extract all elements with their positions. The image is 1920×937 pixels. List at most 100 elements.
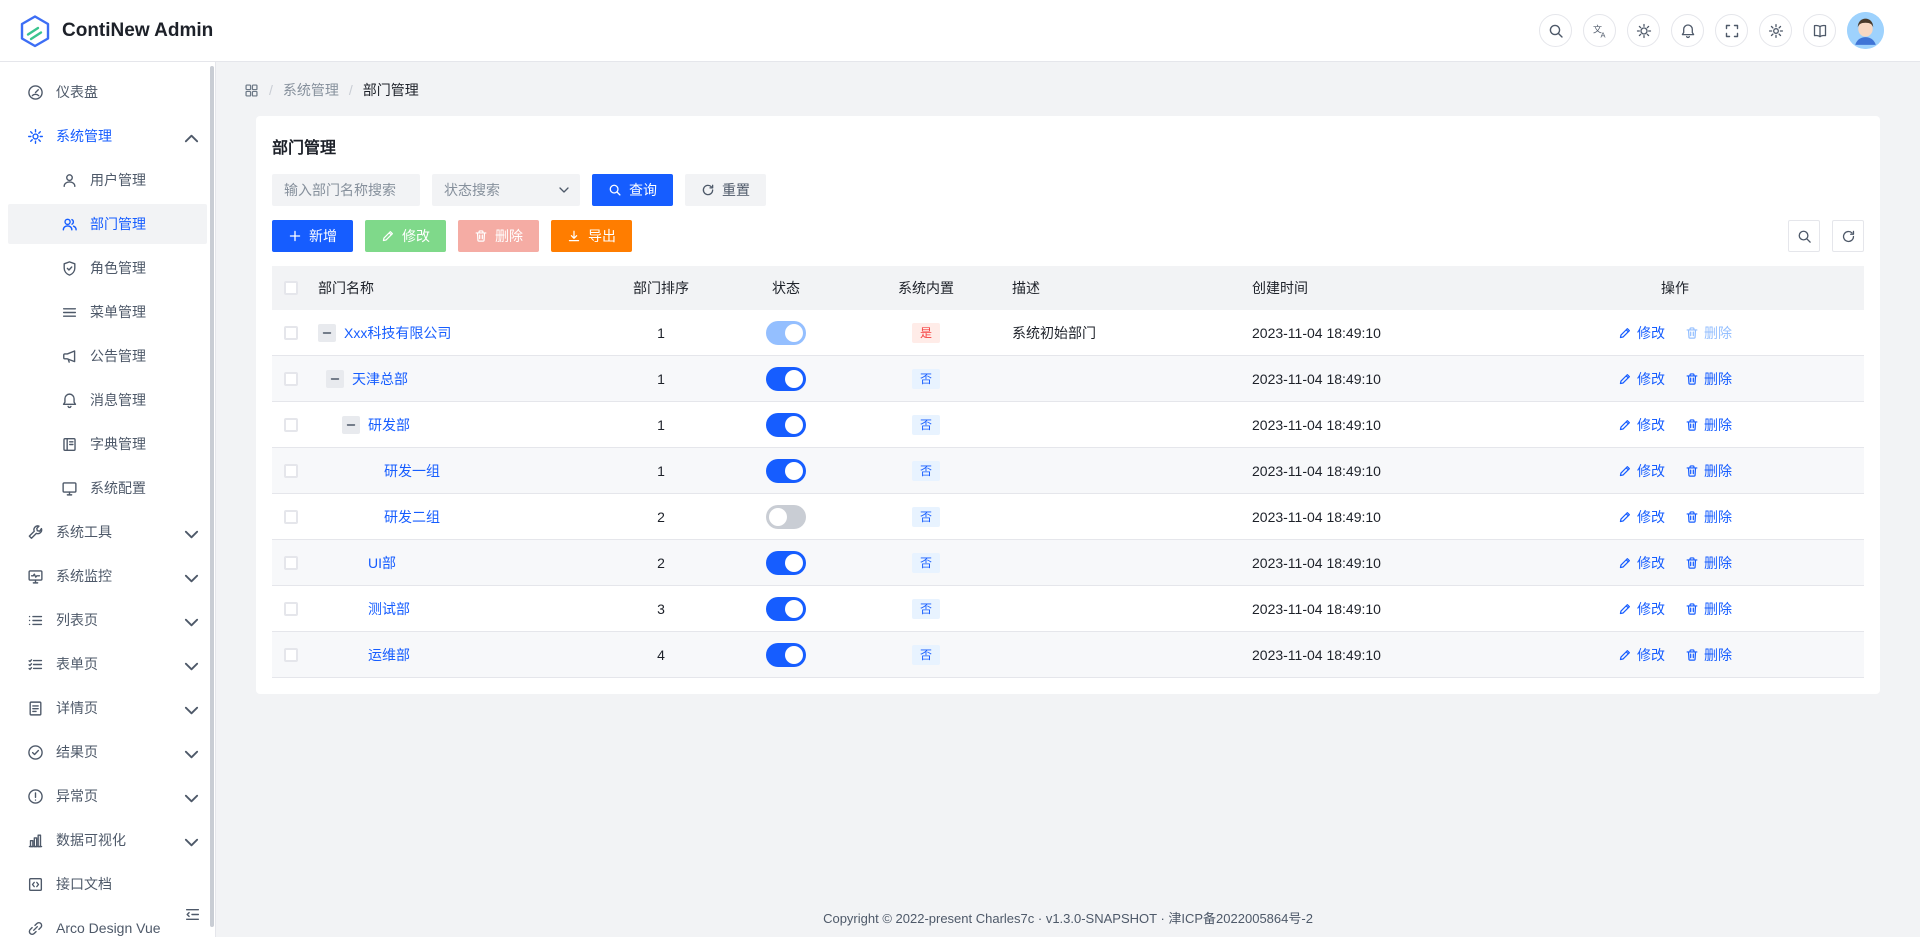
- status-toggle[interactable]: [766, 413, 806, 437]
- trash-icon: [1685, 602, 1699, 616]
- collapse-sidebar-icon[interactable]: [181, 903, 203, 925]
- user-avatar[interactable]: [1847, 12, 1884, 49]
- delete-link[interactable]: 删除: [1685, 645, 1732, 665]
- row-checkbox[interactable]: [284, 510, 298, 524]
- dept-name-link[interactable]: 运维部: [368, 645, 410, 665]
- sidebar-item-form-pages[interactable]: 表单页: [8, 644, 207, 684]
- department-name-input[interactable]: [272, 174, 420, 206]
- column-header-name: 部门名称: [310, 266, 606, 310]
- fullscreen-icon: [1724, 23, 1740, 39]
- edit-link[interactable]: 修改: [1618, 645, 1665, 665]
- status-toggle[interactable]: [766, 367, 806, 391]
- sidebar-item-role-management[interactable]: 角色管理: [8, 248, 207, 288]
- edit-link[interactable]: 修改: [1618, 369, 1665, 389]
- apps-icon[interactable]: [244, 83, 259, 98]
- collapse-row-icon[interactable]: [326, 370, 344, 388]
- row-checkbox[interactable]: [284, 326, 298, 340]
- delete-link[interactable]: 删除: [1685, 599, 1732, 619]
- chevron-down-icon: [183, 658, 195, 670]
- status-select[interactable]: 状态搜索: [432, 174, 580, 206]
- dept-name-link[interactable]: 天津总部: [352, 369, 408, 389]
- edit-link[interactable]: 修改: [1618, 599, 1665, 619]
- edit-button[interactable]: 修改: [365, 220, 446, 252]
- status-toggle[interactable]: [766, 321, 806, 345]
- edit-link[interactable]: 修改: [1618, 461, 1665, 481]
- status-toggle[interactable]: [766, 551, 806, 575]
- delete-button[interactable]: 删除: [458, 220, 539, 252]
- row-checkbox[interactable]: [284, 464, 298, 478]
- sidebar-item-result-pages[interactable]: 结果页: [8, 732, 207, 772]
- monitor-pulse-icon: [26, 567, 44, 585]
- sidebar-item-announcement-management[interactable]: 公告管理: [8, 336, 207, 376]
- trash-icon: [1685, 464, 1699, 478]
- chevron-down-icon: [183, 570, 195, 582]
- notification-button[interactable]: [1671, 14, 1704, 47]
- dept-name-link[interactable]: 研发二组: [384, 507, 440, 527]
- collapse-row-icon[interactable]: [318, 324, 336, 342]
- breadcrumb: / 系统管理 / 部门管理: [244, 62, 1880, 116]
- sidebar-item-list-pages[interactable]: 列表页: [8, 600, 207, 640]
- delete-link[interactable]: 删除: [1685, 507, 1732, 527]
- sidebar-item-detail-pages[interactable]: 详情页: [8, 688, 207, 728]
- theme-toggle-button[interactable]: [1627, 14, 1660, 47]
- table-search-button[interactable]: [1788, 220, 1820, 252]
- sidebar-item-system-tools[interactable]: 系统工具: [8, 512, 207, 552]
- dept-name-link[interactable]: 研发部: [368, 415, 410, 435]
- status-toggle[interactable]: [766, 643, 806, 667]
- shield-check-icon: [60, 259, 78, 277]
- sidebar-item-department-management[interactable]: 部门管理: [8, 204, 207, 244]
- sidebar-item-api-docs[interactable]: 接口文档: [8, 864, 207, 904]
- dept-description: [996, 586, 1236, 631]
- sidebar-item-dictionary-management[interactable]: 字典管理: [8, 424, 207, 464]
- sidebar-item-arco-design-vue[interactable]: Arco Design Vue: [8, 908, 207, 937]
- translate-button[interactable]: 文A: [1583, 14, 1616, 47]
- sidebar-item-message-management[interactable]: 消息管理: [8, 380, 207, 420]
- delete-link[interactable]: 删除: [1685, 553, 1732, 573]
- row-checkbox[interactable]: [284, 372, 298, 386]
- fullscreen-button[interactable]: [1715, 14, 1748, 47]
- query-button[interactable]: 查询: [592, 174, 673, 206]
- add-button[interactable]: 新增: [272, 220, 353, 252]
- sidebar-item-system-config[interactable]: 系统配置: [8, 468, 207, 508]
- row-checkbox[interactable]: [284, 602, 298, 616]
- sidebar-item-exception-pages[interactable]: 异常页: [8, 776, 207, 816]
- dept-description: [996, 494, 1236, 539]
- dept-name-link[interactable]: UI部: [368, 553, 396, 573]
- brand[interactable]: ContiNew Admin: [18, 14, 213, 48]
- row-checkbox[interactable]: [284, 418, 298, 432]
- delete-link[interactable]: 删除: [1685, 461, 1732, 481]
- sidebar-item-dashboard[interactable]: 仪表盘: [8, 72, 207, 112]
- dept-name-link[interactable]: 测试部: [368, 599, 410, 619]
- sidebar-item-menu-management[interactable]: 菜单管理: [8, 292, 207, 332]
- dashboard-icon: [26, 83, 44, 101]
- export-button[interactable]: 导出: [551, 220, 632, 252]
- breadcrumb-item[interactable]: 系统管理: [283, 80, 339, 100]
- collapse-row-icon[interactable]: [342, 416, 360, 434]
- sidebar-item-system-monitor[interactable]: 系统监控: [8, 556, 207, 596]
- sidebar-item-label: 列表页: [56, 610, 183, 630]
- reset-button[interactable]: 重置: [685, 174, 766, 206]
- delete-link[interactable]: 删除: [1685, 369, 1732, 389]
- sidebar-scrollbar[interactable]: [210, 66, 214, 927]
- edit-link[interactable]: 修改: [1618, 415, 1665, 435]
- sidebar-item-data-visualization[interactable]: 数据可视化: [8, 820, 207, 860]
- dept-name-link[interactable]: Xxx科技有限公司: [344, 323, 451, 343]
- table-refresh-button[interactable]: [1832, 220, 1864, 252]
- select-all-checkbox[interactable]: [284, 281, 298, 295]
- status-toggle[interactable]: [766, 459, 806, 483]
- docs-button[interactable]: [1803, 14, 1836, 47]
- delete-link[interactable]: 删除: [1685, 323, 1732, 343]
- status-toggle[interactable]: [766, 505, 806, 529]
- dept-name-link[interactable]: 研发一组: [384, 461, 440, 481]
- delete-link[interactable]: 删除: [1685, 415, 1732, 435]
- search-button[interactable]: [1539, 14, 1572, 47]
- status-toggle[interactable]: [766, 597, 806, 621]
- edit-link[interactable]: 修改: [1618, 323, 1665, 343]
- settings-button[interactable]: [1759, 14, 1792, 47]
- row-checkbox[interactable]: [284, 648, 298, 662]
- edit-link[interactable]: 修改: [1618, 553, 1665, 573]
- sidebar-item-user-management[interactable]: 用户管理: [8, 160, 207, 200]
- edit-link[interactable]: 修改: [1618, 507, 1665, 527]
- row-checkbox[interactable]: [284, 556, 298, 570]
- sidebar-item-system-management[interactable]: 系统管理: [8, 116, 207, 156]
